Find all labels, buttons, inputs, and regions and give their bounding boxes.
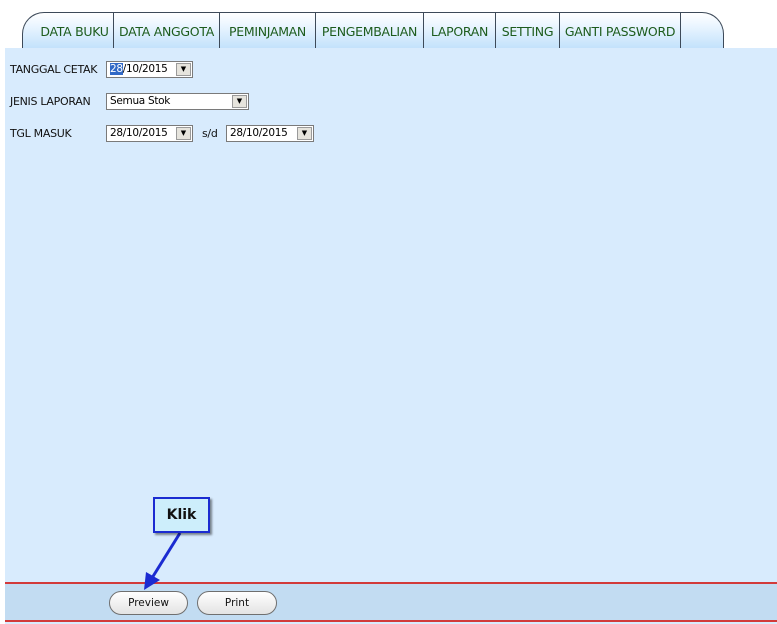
klik-callout: Klik (153, 497, 210, 533)
callout-arrow-icon (144, 532, 182, 590)
